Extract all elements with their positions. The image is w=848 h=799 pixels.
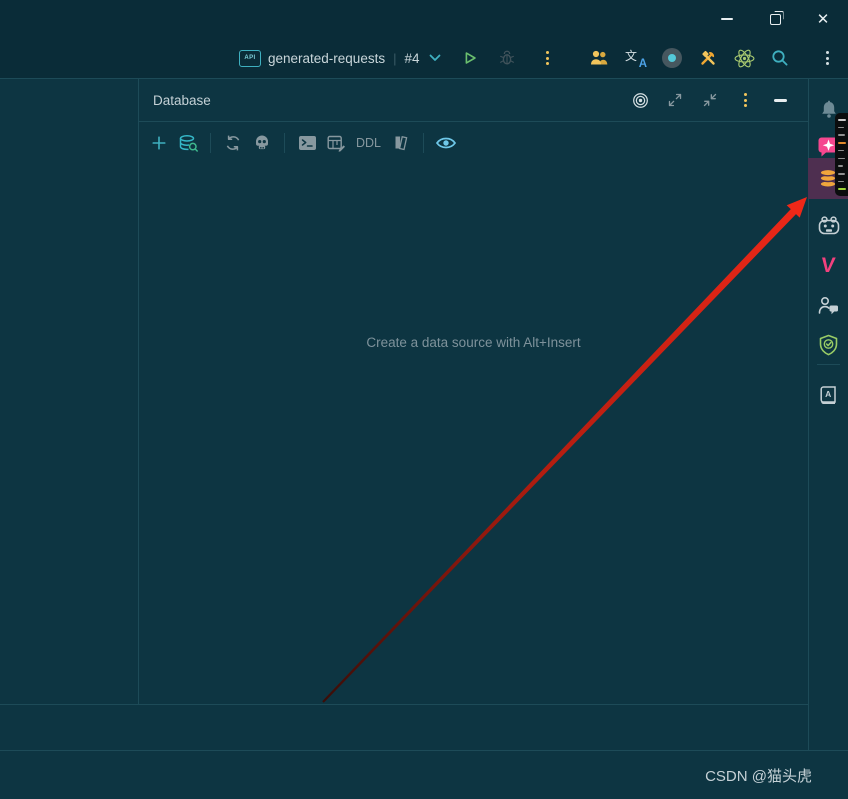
http-request-file-icon: API: [239, 49, 261, 67]
database-panel-header: Database: [139, 79, 808, 122]
collapse-icon[interactable]: [698, 88, 722, 112]
minimize-button[interactable]: [714, 6, 740, 32]
panel-options-kebab-icon[interactable]: [733, 88, 757, 112]
minimize-icon: [721, 18, 733, 20]
new-data-source-icon[interactable]: [147, 131, 171, 155]
debug-button[interactable]: [495, 46, 519, 70]
dictionary-book-icon[interactable]: A: [809, 376, 848, 414]
hide-panel-button[interactable]: [768, 88, 792, 112]
disconnect-skull-icon[interactable]: [250, 131, 274, 155]
database-toolbar: DDL: [139, 122, 808, 163]
titlebar-right-actions: 文 A: [588, 40, 792, 76]
chevron-down-icon[interactable]: [427, 46, 443, 70]
expand-icon[interactable]: [663, 88, 687, 112]
toolbar-separator: [210, 132, 211, 153]
dictionary-letter: A: [825, 389, 831, 399]
run-button[interactable]: [458, 46, 482, 70]
sidebar-divider-line: [817, 364, 840, 365]
tools-icon[interactable]: [696, 46, 720, 70]
v-plugin-icon[interactable]: V: [809, 246, 848, 284]
database-tool-window: Database DDL Create a data source with A…: [139, 79, 808, 704]
close-button[interactable]: ✕: [810, 6, 836, 32]
run-config-divider: |: [393, 50, 397, 66]
documentation-book-icon[interactable]: [389, 131, 413, 155]
run-configuration-widget[interactable]: API generated-requests | #4: [239, 40, 560, 76]
query-console-icon[interactable]: [295, 131, 319, 155]
statusbar: CSDN @猫头虎: [0, 751, 848, 799]
restore-icon: [769, 13, 781, 25]
locate-target-icon[interactable]: [628, 88, 652, 112]
search-data-source-icon[interactable]: [176, 131, 200, 155]
users-icon[interactable]: [588, 46, 612, 70]
search-icon[interactable]: [768, 46, 792, 70]
robot-assistant-icon[interactable]: [809, 206, 848, 244]
code-with-me-icon[interactable]: [809, 286, 848, 324]
screen-record-icon[interactable]: [660, 46, 684, 70]
translate-cjk-glyph: 文: [625, 49, 638, 63]
hide-icon: [773, 98, 787, 102]
table-editor-icon[interactable]: [324, 131, 348, 155]
database-panel-content: Create a data source with Alt+Insert: [139, 163, 808, 703]
activity-meter-widget: [835, 113, 848, 196]
run-config-name[interactable]: generated-requests: [268, 51, 385, 66]
main-menu-kebab-icon[interactable]: [815, 46, 839, 70]
atom-icon[interactable]: [732, 46, 756, 70]
run-config-counter[interactable]: #4: [404, 51, 419, 66]
restore-button[interactable]: [762, 6, 788, 32]
panel-bottom-divider[interactable]: [0, 704, 808, 705]
watermark-text: CSDN @猫头虎: [705, 767, 812, 785]
preview-eye-icon[interactable]: [434, 131, 458, 155]
titlebar-toolbar: API generated-requests | #4 文 A: [0, 40, 848, 76]
empty-state-hint: Create a data source with Alt+Insert: [366, 335, 581, 350]
refresh-icon[interactable]: [221, 131, 245, 155]
ddl-viewer-button[interactable]: DDL: [353, 136, 384, 150]
toolbar-separator: [423, 132, 425, 153]
toolbar-separator: [284, 132, 285, 153]
translate-icon[interactable]: 文 A: [624, 46, 648, 70]
translate-latin-glyph: A: [638, 58, 647, 70]
titlebar: ✕ API generated-requests | #4 文 A: [0, 0, 848, 79]
security-shield-icon[interactable]: [809, 326, 848, 364]
window-controls: ✕: [714, 6, 836, 32]
run-more-options-icon[interactable]: [536, 46, 560, 70]
v-logo-glyph: V: [820, 253, 837, 277]
panel-title: Database: [153, 92, 211, 108]
